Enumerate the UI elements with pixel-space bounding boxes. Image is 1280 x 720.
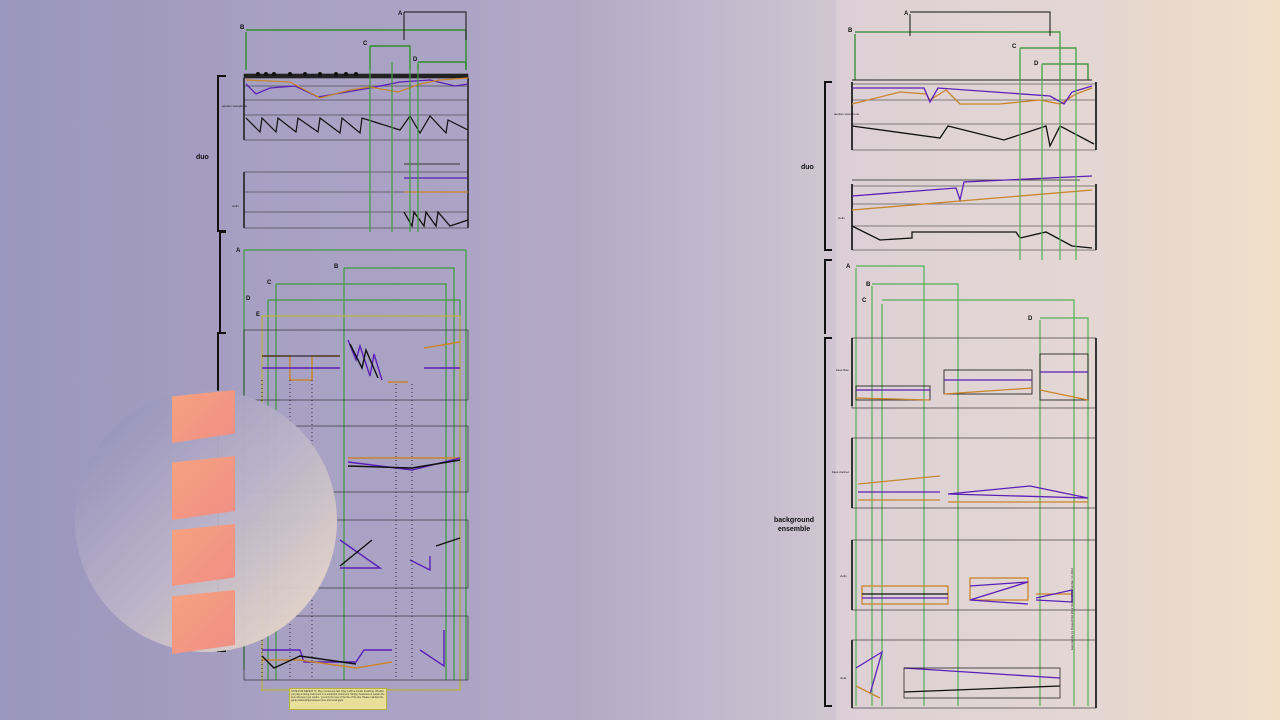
right-marker-d: D	[1034, 61, 1039, 67]
logo-bar-4	[172, 590, 235, 654]
right-ens-marker-c: C	[862, 298, 867, 304]
right-footer-credit: Exponentia 11 Flowerchild 2012 Stylus 12…	[1070, 568, 1074, 650]
right-staff-label-violin: violin	[838, 216, 845, 220]
right-ens-marker-b: B	[866, 282, 871, 288]
left-duo-staves	[243, 73, 469, 229]
right-marker-a: A	[904, 11, 909, 17]
right-ensemble-lines	[855, 353, 1089, 699]
right-background-ensemble-label: background ensemble	[773, 517, 815, 533]
left-orange-line-1	[245, 77, 469, 99]
right-duo-bracket	[824, 81, 832, 707]
right-black-line-1	[851, 125, 1095, 148]
left-marker-d: D	[413, 57, 418, 63]
left-marker-b: B	[240, 25, 245, 31]
left-staff-label-sax: aeolian saxophone	[222, 104, 248, 108]
left-violin-lines	[403, 163, 469, 228]
right-green-lines	[855, 32, 1089, 706]
left-marker-c: C	[363, 41, 368, 47]
right-staff-label-bass-flute: bass flute	[836, 368, 849, 372]
right-marker-b: B	[848, 28, 853, 34]
left-ens-marker-b: B	[334, 264, 339, 270]
left-ens-marker-a: A	[236, 248, 241, 254]
left-duo-label: duo	[196, 154, 209, 161]
left-staff-label-violin: violin	[232, 204, 239, 208]
left-black-wave-1	[245, 114, 469, 135]
logo-bar-2	[172, 456, 235, 520]
right-staff-label-violin-2: violin	[840, 574, 847, 578]
right-staff-label-viola: viola	[840, 676, 847, 680]
left-duo-markers	[245, 29, 467, 70]
logo-bar-3	[172, 524, 235, 586]
right-ens-marker-a: A	[846, 264, 851, 270]
right-violin-lines	[851, 175, 1093, 249]
left-ens-marker-d: D	[246, 296, 251, 302]
right-duo-markers	[854, 31, 1089, 80]
left-marker-a: A	[398, 11, 403, 17]
right-ens-marker-d: D	[1028, 316, 1033, 322]
right-duo-label: duo	[801, 164, 814, 171]
right-staff-label-sax: aeolian saxophone	[834, 112, 860, 116]
left-ens-marker-c: C	[267, 280, 272, 286]
left-ens-marker-e: E	[256, 312, 261, 318]
right-staff-label-bass-clarinet: bass clarinet	[832, 470, 849, 474]
left-repeat-note: NOTE FOR REPEAT 'D': Play it extremely f…	[289, 688, 387, 710]
right-marker-c: C	[1012, 44, 1017, 50]
